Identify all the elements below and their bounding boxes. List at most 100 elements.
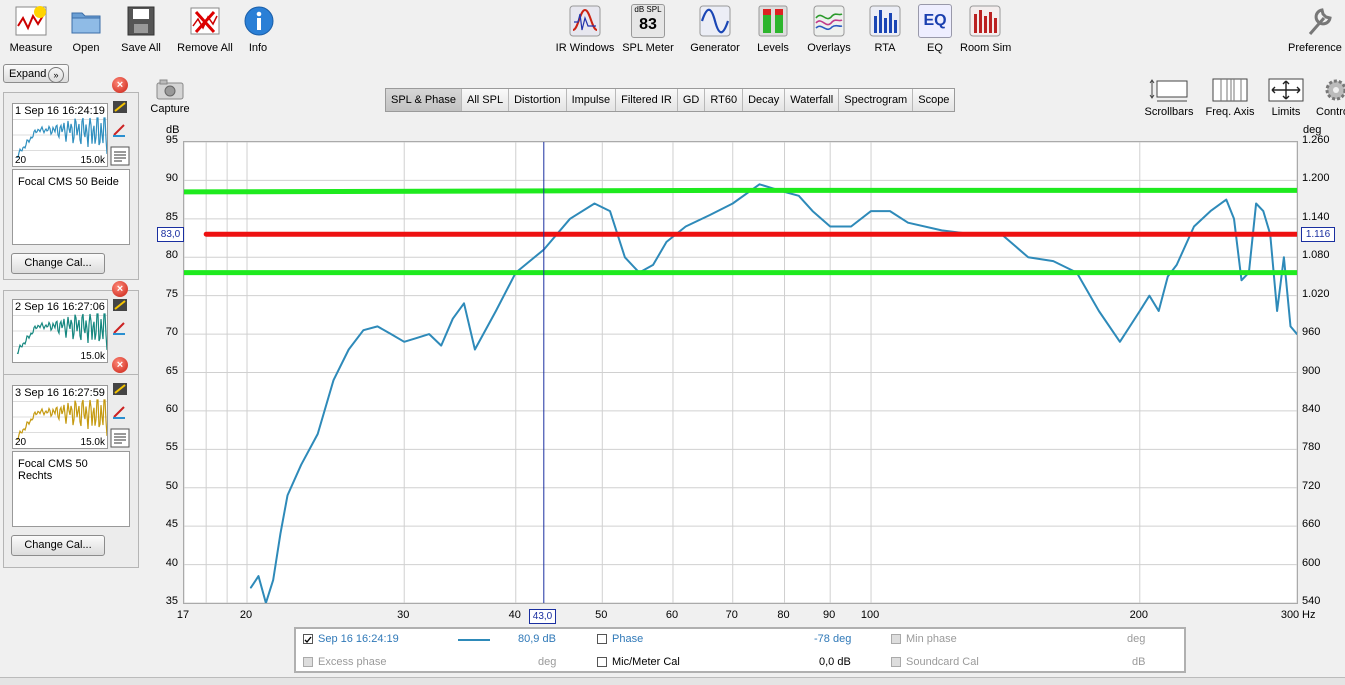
room-sim-button[interactable]: Room Sim [960, 4, 1012, 54]
x-tick-label: 70 [725, 609, 738, 621]
save-all-label: Save All [121, 42, 161, 54]
expand-button[interactable]: Expand » [3, 64, 69, 83]
thumb-low-freq: 20 [15, 437, 27, 448]
ir-windows-button[interactable]: IR Windows [554, 4, 616, 54]
change-cal-button[interactable]: Change Cal... [11, 253, 105, 274]
limits-button[interactable]: Limits [1266, 77, 1306, 118]
info-button[interactable]: Info [242, 4, 274, 54]
x-tick-label: 100 [860, 609, 880, 621]
notes-icon[interactable] [110, 146, 130, 166]
spl-meter-label: SPL Meter [622, 42, 674, 54]
measurement-panel-1[interactable]: × 1 Sep 16 16:24:19 20 15.0k Focal CMS 5… [3, 77, 139, 280]
tab-all-spl[interactable]: All SPL [462, 89, 510, 111]
freq-axis-icon [1212, 78, 1248, 102]
thumb-curve-line [16, 399, 107, 441]
remove-all-button[interactable]: Remove All [176, 4, 234, 54]
graph-canvas[interactable] [181, 141, 1300, 604]
x-tick-label: 90 [823, 609, 836, 621]
calibration-icon[interactable] [112, 381, 128, 397]
legend-mic-cal-label: Mic/Meter Cal [612, 656, 680, 668]
scrollbars-label: Scrollbars [1144, 106, 1194, 118]
color-pen-icon[interactable] [112, 319, 128, 335]
x-tick-label: 80 [777, 609, 790, 621]
measurement-notes[interactable]: Focal CMS 50 Beide [12, 169, 130, 245]
calibration-icon[interactable] [112, 297, 128, 313]
y-tick-label: 45 [165, 518, 178, 531]
change-cal-button[interactable]: Change Cal... [11, 535, 105, 556]
tab-filtered-ir[interactable]: Filtered IR [616, 89, 678, 111]
tab-distortion[interactable]: Distortion [509, 89, 567, 111]
phase-checkbox[interactable] [597, 634, 607, 644]
preferences-button[interactable]: Preference [1288, 4, 1345, 54]
spl-meter-button[interactable]: dB SPL 83 SPL Meter [622, 4, 674, 54]
wrench-icon [1308, 8, 1332, 35]
y-tick-label: 60 [165, 402, 178, 415]
tab-scope[interactable]: Scope [913, 89, 955, 111]
mic-cal-checkbox[interactable] [597, 657, 607, 667]
legend-line-swatch [458, 639, 490, 641]
save-all-button[interactable]: Save All [118, 4, 164, 54]
measure-icon [15, 6, 47, 36]
open-label: Open [72, 42, 100, 54]
right-tick-label: 1.020 [1302, 287, 1330, 300]
overlays-button[interactable]: Overlays [806, 4, 852, 54]
x-tick-label: 17 [176, 609, 190, 621]
excess-phase-checkbox[interactable] [303, 657, 313, 667]
tab-gd[interactable]: GD [677, 89, 706, 111]
ir-windows-label: IR Windows [555, 42, 615, 54]
close-icon[interactable]: × [112, 281, 128, 297]
scrollbars-icon [1149, 79, 1188, 102]
legend-soundcard-cal-unit: dB [1132, 656, 1146, 668]
tab-waterfall[interactable]: Waterfall [785, 89, 840, 111]
x-tick-label: 60 [665, 609, 679, 621]
color-pen-icon[interactable] [112, 403, 128, 419]
close-icon[interactable]: × [112, 77, 128, 93]
tab-rt60[interactable]: RT60 [705, 89, 744, 111]
spl-phase-graph[interactable] [181, 141, 1300, 604]
legend-min-phase-label: Min phase [906, 633, 957, 645]
capture-button[interactable]: Capture [150, 78, 190, 115]
measurement-thumbnail[interactable]: 3 Sep 16 16:27:59 20 15.0k [12, 385, 108, 449]
measure-button[interactable]: Measure [8, 4, 54, 54]
right-tick-label: 720 [1302, 479, 1321, 492]
right-tick-label: 780 [1302, 441, 1321, 454]
tab-impulse[interactable]: Impulse [566, 89, 617, 111]
min-phase-checkbox[interactable] [891, 634, 901, 644]
measure-label: Measure [9, 42, 53, 54]
measurement-checkbox[interactable] [303, 634, 313, 644]
eq-button[interactable]: EQ EQ [918, 4, 952, 54]
expand-label: Expand [9, 68, 47, 80]
camera-icon [156, 79, 184, 100]
open-button[interactable]: Open [66, 4, 106, 54]
generator-button[interactable]: Generator [688, 4, 742, 54]
generator-icon [699, 5, 731, 37]
spl-meter-unit: dB SPL [634, 5, 662, 14]
measurement-notes[interactable]: Focal CMS 50 Rechts [12, 451, 130, 527]
y-tick-label: 75 [165, 287, 178, 300]
close-icon[interactable]: × [112, 357, 128, 373]
y-tick-label: 50 [165, 479, 178, 492]
calibration-icon[interactable] [112, 99, 128, 115]
freq-axis-button[interactable]: Freq. Axis [1204, 77, 1256, 118]
tolerance-band-line [181, 187, 1300, 195]
right-tick-label: 1.260 [1302, 134, 1330, 146]
measurement-thumbnail[interactable]: 2 Sep 16 16:27:06 15.0k [12, 299, 108, 363]
tab-decay[interactable]: Decay [743, 89, 786, 111]
color-pen-icon[interactable] [112, 121, 128, 137]
measurement-panel-3[interactable]: × 3 Sep 16 16:27:59 20 15.0k Focal CMS 5… [3, 357, 139, 568]
rta-icon [869, 5, 901, 37]
levels-button[interactable]: Levels [754, 4, 792, 54]
rta-button[interactable]: RTA [868, 4, 902, 54]
soundcard-cal-checkbox[interactable] [891, 657, 901, 667]
scrollbars-button[interactable]: Scrollbars [1144, 77, 1194, 118]
tab-spl-phase[interactable]: SPL & Phase [386, 89, 463, 111]
x-axis-unit: Hz [1302, 609, 1316, 621]
measurement-thumbnail[interactable]: 1 Sep 16 16:24:19 20 15.0k [12, 103, 108, 167]
eq-icon: EQ [918, 4, 952, 38]
measurement-header: 2 Sep 16 16:27:06 [15, 301, 105, 313]
controls-button[interactable]: Contro [1316, 77, 1345, 118]
right-tick-label: 1.140 [1302, 210, 1330, 223]
tab-spectrogram[interactable]: Spectrogram [839, 89, 914, 111]
notes-icon[interactable] [110, 428, 130, 448]
room-sim-label: Room Sim [960, 42, 1012, 54]
